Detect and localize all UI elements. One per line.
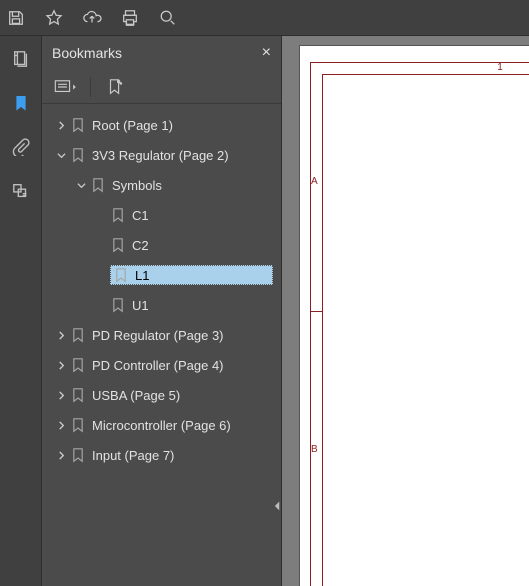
top-toolbar [0,0,529,36]
bookmark-tree: Root (Page 1) 3V3 Regulator (Page 2) Symbo… [42,104,281,586]
close-icon[interactable]: × [262,44,271,62]
bookmark-node[interactable]: PD Controller (Page 4) [46,350,281,380]
zoom-icon[interactable] [158,8,178,28]
new-bookmark-button[interactable] [101,76,129,98]
bookmark-item-icon [110,207,126,223]
bookmark-item-icon [110,237,126,253]
bookmark-label: Root (Page 1) [92,118,173,133]
thumbnails-icon[interactable] [10,48,32,70]
document-page: 1 A B [300,46,529,586]
chevron-right-icon[interactable] [54,118,68,132]
bookmark-node[interactable]: U1 [46,290,281,320]
bookmark-icon[interactable] [10,92,32,114]
bookmark-node[interactable]: PD Regulator (Page 3) [46,320,281,350]
bookmark-label: PD Regulator (Page 3) [92,328,224,343]
attachment-icon[interactable] [10,136,32,158]
ruler-column-1: 1 [497,62,503,73]
bookmark-label: PD Controller (Page 4) [92,358,224,373]
chevron-right-icon[interactable] [54,328,68,342]
chevron-right-icon[interactable] [54,358,68,372]
bookmark-item-icon [70,117,86,133]
chevron-right-icon[interactable] [54,418,68,432]
bookmark-label: C2 [132,238,149,253]
sidebar-strip [0,36,42,586]
bookmark-node[interactable]: Input (Page 7) [46,440,281,470]
bookmark-item-icon [70,147,86,163]
bookmark-node[interactable]: Root (Page 1) [46,110,281,140]
panel-title: Bookmarks [52,45,122,61]
sheet-inner-border [322,74,529,586]
bookmark-item-icon [70,417,86,433]
print-icon[interactable] [120,8,140,28]
ruler-row-b: B [311,444,318,455]
chevron-right-icon[interactable] [54,388,68,402]
ruler-tick [310,311,322,312]
bookmark-label: U1 [132,298,149,313]
bookmark-item-icon [70,387,86,403]
chevron-down-icon[interactable] [54,148,68,162]
bookmark-item-icon [70,447,86,463]
bookmark-label: L1 [135,268,149,283]
bookmark-item-icon [90,177,106,193]
save-icon[interactable] [6,8,26,28]
chevron-down-icon[interactable] [74,178,88,192]
bookmark-node[interactable]: Microcontroller (Page 6) [46,410,281,440]
bookmark-label: Symbols [112,178,162,193]
document-viewport[interactable]: 1 A B [282,36,529,586]
bookmark-node[interactable]: C2 [46,230,281,260]
cloud-upload-icon[interactable] [82,8,102,28]
bookmark-label: USBA (Page 5) [92,388,180,403]
bookmark-label: Microcontroller (Page 6) [92,418,231,433]
bookmark-label: 3V3 Regulator (Page 2) [92,148,229,163]
bookmark-node[interactable]: C1 [46,200,281,230]
divider [90,77,91,97]
bookmark-node[interactable]: 3V3 Regulator (Page 2) [46,140,281,170]
bookmark-node[interactable]: USBA (Page 5) [46,380,281,410]
panel-header: Bookmarks × [42,36,281,70]
bookmark-options-button[interactable] [52,76,80,98]
bookmark-node[interactable]: L1 [46,260,281,290]
bookmark-item-icon [70,327,86,343]
bookmark-item-icon [113,267,129,283]
main-area: Bookmarks × Root (Page 1) 3V3 Regulator (… [0,36,529,586]
bookmark-label: C1 [132,208,149,223]
bookmark-item-icon [70,357,86,373]
ruler-row-a: A [311,176,318,187]
bookmark-item-icon [110,297,126,313]
collapse-handle-icon[interactable] [272,496,282,516]
panel-tools [42,70,281,104]
layers-icon[interactable] [10,180,32,202]
chevron-right-icon[interactable] [54,448,68,462]
star-icon[interactable] [44,8,64,28]
bookmark-node[interactable]: Symbols [46,170,281,200]
bookmark-label: Input (Page 7) [92,448,174,463]
bookmarks-panel: Bookmarks × Root (Page 1) 3V3 Regulator (… [42,36,282,586]
